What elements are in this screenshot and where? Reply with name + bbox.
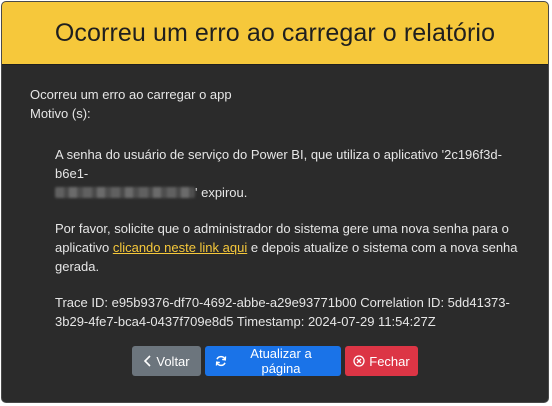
reason-text-1: A senha do usuário de serviço do Power B… — [55, 147, 502, 181]
back-button-label: Voltar — [156, 353, 190, 369]
chevron-left-icon — [143, 355, 152, 367]
reason-text-2: ' expirou. — [195, 185, 248, 200]
dialog-header: Ocorreu um erro ao carregar o relatório — [2, 2, 548, 65]
reason-block: A senha do usuário de serviço do Power B… — [30, 123, 520, 331]
dialog-body: Ocorreu um erro ao carregar o app Motivo… — [2, 65, 548, 331]
error-dialog: Ocorreu um erro ao carregar o relatório … — [1, 1, 549, 403]
intro-line-1: Ocorreu um erro ao carregar o app — [30, 87, 232, 102]
close-button[interactable]: Fechar — [345, 346, 418, 376]
redacted-text — [55, 187, 195, 198]
reason-paragraph: A senha do usuário de serviço do Power B… — [55, 145, 520, 202]
refresh-icon — [215, 355, 227, 367]
dialog-title: Ocorreu um erro ao carregar o relatório — [54, 18, 496, 47]
trace-info: Trace ID: e95b9376-df70-4692-abbe-a29e93… — [55, 295, 510, 329]
intro-line-2: Motivo (s): — [30, 106, 91, 121]
password-reset-link[interactable]: clicando neste link aqui — [113, 240, 247, 255]
request-paragraph: Por favor, solicite que o administrador … — [55, 219, 520, 276]
close-button-label: Fechar — [369, 353, 410, 369]
intro-text: Ocorreu um erro ao carregar o app Motivo… — [30, 85, 520, 123]
close-circle-icon — [353, 355, 365, 367]
refresh-button-label: Atualizar a página — [250, 346, 312, 376]
dialog-footer: Voltar Atualizar a página Fechar — [2, 346, 548, 376]
back-button[interactable]: Voltar — [132, 346, 201, 376]
refresh-page-button[interactable]: Atualizar a página — [205, 346, 341, 376]
